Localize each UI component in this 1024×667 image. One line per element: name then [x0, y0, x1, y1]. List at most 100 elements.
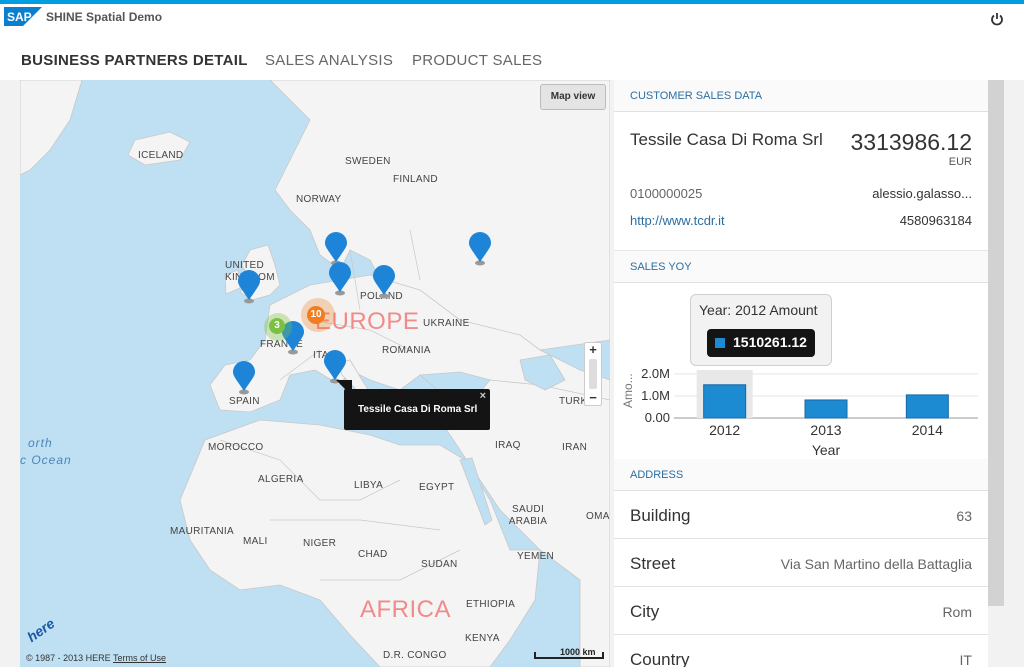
- map-label-niger: NIGER: [303, 538, 337, 549]
- map-label-oman: OMAN: [586, 511, 610, 522]
- map-label-iraq: IRAQ: [495, 440, 521, 451]
- address-value-building: 63: [956, 508, 972, 524]
- sap-logo-text: SAP: [7, 10, 32, 24]
- tab-business-partners-detail[interactable]: BUSINESS PARTNERS DETAIL: [21, 52, 248, 69]
- customer-website-link[interactable]: http://www.tcdr.it: [630, 213, 725, 228]
- chart-y-tick-label: 1.0M: [641, 388, 670, 403]
- chart-tooltip-title: Year: 2012 Amount: [699, 302, 818, 318]
- chart-x-axis-label: Year: [812, 442, 841, 458]
- map-land: [20, 80, 610, 667]
- map-pin-spain[interactable]: [232, 361, 256, 395]
- customer-id: 0100000025: [630, 186, 703, 201]
- chart-bar: [905, 394, 949, 419]
- map-pin-denmark[interactable]: [324, 232, 348, 266]
- zoom-in-button[interactable]: +: [585, 343, 601, 357]
- chart-tooltip-value-box: 1510261.12: [707, 329, 815, 357]
- address-row-building: Building 63: [614, 491, 988, 539]
- scale-label: 1000 km: [560, 647, 596, 657]
- map-tooltip-text: Tessile Casa Di Roma Srl: [358, 404, 478, 415]
- chart-x-tick-label: 2013: [810, 422, 841, 438]
- chart-tooltip: Year: 2012 Amount 1510261.12: [690, 294, 832, 366]
- chart-bar: [804, 399, 848, 419]
- address-row-street: Street Via San Martino della Battaglia: [614, 539, 988, 587]
- tab-bar: BUSINESS PARTNERS DETAIL SALES ANALYSIS …: [0, 34, 1024, 80]
- chart-y-tick-label: 2.0M: [641, 366, 670, 381]
- chart-y-tick-label: 0.00: [645, 410, 670, 425]
- customer-phone: 4580963184: [899, 213, 972, 228]
- app-title: SHINE Spatial Demo: [46, 10, 163, 24]
- map-label-kenya: KENYA: [465, 633, 500, 644]
- address-row-country: Country IT: [614, 635, 988, 667]
- cluster-marker-10[interactable]: 10: [307, 306, 325, 324]
- tooltip-close-icon[interactable]: ×: [480, 390, 486, 402]
- map-label-congo: D.R. CONGO: [383, 650, 447, 661]
- map-pin-uk[interactable]: [237, 270, 261, 304]
- map-tooltip: Tessile Casa Di Roma Srl ×: [344, 389, 490, 430]
- chart-x-tick-label: 2012: [709, 422, 740, 438]
- chart-tooltip-value: 1510261.12: [733, 334, 807, 350]
- map-label-spain: SPAIN: [229, 396, 260, 407]
- map-label-norway: NORWAY: [296, 194, 342, 205]
- section-header-address: ADDRESS: [614, 459, 988, 491]
- address-label-city: City: [630, 602, 660, 621]
- sales-yoy-chart[interactable]: 0.00 1.0M 2.0M Amo... 2012 2013 2014 Year Year:…: [614, 284, 988, 460]
- section-header-customer-sales: CUSTOMER SALES DATA: [614, 80, 988, 112]
- map-label-mauritania: MAURITANIA: [170, 526, 234, 537]
- map-label-ukraine: UKRAINE: [423, 318, 470, 329]
- map-view[interactable]: ICELAND SWEDEN FINLAND NORWAY UNITED KIN…: [20, 80, 610, 667]
- panel-scrollbar[interactable]: [988, 80, 1004, 606]
- map-label-egypt: EGYPT: [419, 482, 455, 493]
- zoom-out-button[interactable]: −: [585, 391, 601, 405]
- map-view-button[interactable]: Map view: [540, 84, 606, 110]
- map-label-mali: MALI: [243, 536, 268, 547]
- map-pin-poland[interactable]: [372, 265, 396, 299]
- map-label-morocco: MOROCCO: [208, 442, 264, 453]
- tab-product-sales[interactable]: PRODUCT SALES: [412, 52, 542, 69]
- map-label-finland: FINLAND: [393, 174, 438, 185]
- map-label-iran: IRAN: [562, 442, 588, 453]
- map-pin-russia[interactable]: [468, 232, 492, 266]
- chart-y-axis-label: Amo...: [621, 373, 635, 408]
- map-label-ocean-2: c Ocean: [20, 453, 72, 467]
- customer-currency: EUR: [948, 156, 972, 168]
- map-label-africa: AFRICA: [360, 596, 452, 623]
- map-pin-germany[interactable]: [328, 262, 352, 296]
- map-label-saudi-arabia: SAUDI ARABIA: [508, 504, 548, 527]
- app-header: SAP SHINE Spatial Demo: [0, 4, 1024, 34]
- map-label-ocean-1: orth: [28, 436, 53, 450]
- terms-of-use-link[interactable]: Terms of Use: [113, 653, 166, 663]
- customer-sales-amount: 3313986.12: [850, 129, 972, 155]
- power-icon[interactable]: [990, 12, 1004, 26]
- chart-bar: [703, 384, 747, 419]
- map-pin-rome[interactable]: [323, 350, 347, 384]
- customer-email: alessio.galasso...: [872, 186, 972, 201]
- customer-name: Tessile Casa Di Roma Srl: [630, 130, 823, 149]
- map-label-iceland: ICELAND: [138, 150, 184, 161]
- detail-panel: CUSTOMER SALES DATA Tessile Casa Di Roma…: [614, 80, 988, 667]
- chart-x-tick-label: 2014: [912, 422, 943, 438]
- address-row-city: City Rom: [614, 587, 988, 635]
- map-label-algeria: ALGERIA: [258, 474, 304, 485]
- sap-logo: SAP: [4, 7, 42, 26]
- address-value-city: Rom: [942, 604, 972, 620]
- address-label-country: Country: [630, 650, 690, 667]
- section-header-sales-yoy: SALES YOY: [614, 251, 988, 283]
- map-label-chad: CHAD: [358, 549, 388, 560]
- map-label-sweden: SWEDEN: [345, 156, 391, 167]
- address-value-street: Via San Martino della Battaglia: [780, 556, 972, 572]
- address-label-building: Building: [630, 506, 691, 525]
- zoom-control: + −: [584, 342, 602, 406]
- map-copyright: © 1987 - 2013 HERE Terms of Use: [26, 653, 166, 663]
- map-label-ethiopia: ETHIOPIA: [466, 599, 516, 610]
- tab-sales-analysis[interactable]: SALES ANALYSIS: [265, 52, 393, 69]
- cluster-marker-3[interactable]: 3: [269, 318, 285, 334]
- address-label-street: Street: [630, 554, 676, 573]
- address-value-country: IT: [959, 652, 972, 667]
- chart-tooltip-swatch: [715, 338, 725, 348]
- map-label-romania: ROMANIA: [382, 345, 431, 356]
- map-label-yemen: YEMEN: [517, 551, 555, 562]
- map-label-sudan: SUDAN: [421, 559, 458, 570]
- zoom-slider[interactable]: [589, 359, 597, 389]
- copyright-text: © 1987 - 2013 HERE: [26, 653, 111, 663]
- map-label-libya: LIBYA: [354, 480, 384, 491]
